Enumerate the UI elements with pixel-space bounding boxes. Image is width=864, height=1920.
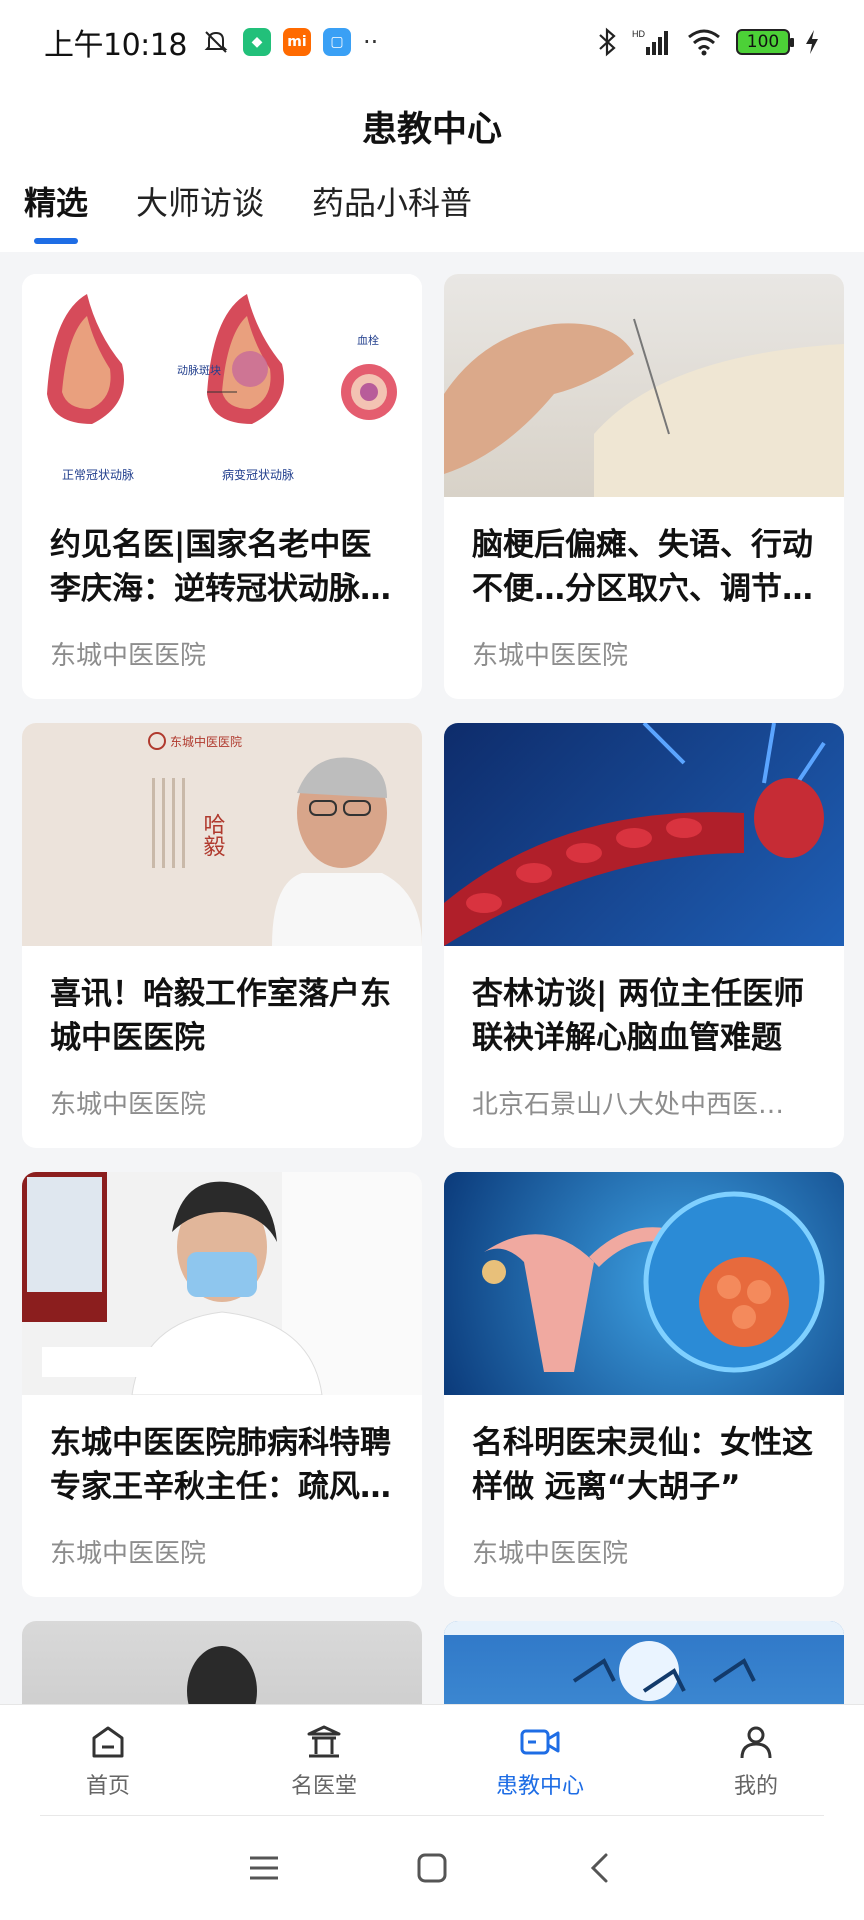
article-thumbnail: 东城中医医院 哈毅 xyxy=(22,723,422,946)
bluetooth-icon xyxy=(599,27,616,57)
article-card[interactable]: 脑梗后偏瘫、失语、行动不便…分区取穴、调节… 东城中医医院 xyxy=(444,274,844,699)
shield-app-icon: ◆ xyxy=(242,28,271,56)
menu-icon[interactable] xyxy=(246,1850,282,1886)
tab-featured[interactable]: 精选 xyxy=(24,168,88,252)
article-title: 杏林访谈| 两位主任医师联袂详解心脑血管难题 xyxy=(472,976,805,1056)
article-card[interactable]: 名科明医宋灵仙：女性这样做 远离“大胡子” 东城中医医院 xyxy=(444,1172,844,1597)
article-card[interactable] xyxy=(22,1621,422,1704)
page-header: 患教中心 xyxy=(0,84,864,168)
image-label-name: 哈毅 xyxy=(200,813,226,857)
bell-muted-icon xyxy=(204,31,228,53)
more-dots-icon: ·· xyxy=(362,28,379,56)
article-card[interactable] xyxy=(444,1621,844,1704)
cell-signal-icon: HD xyxy=(632,29,668,55)
article-thumbnail: 动脉斑块 血栓 正常冠状动脉 病变冠状动脉 xyxy=(22,274,422,497)
article-title: 东城中医医院肺病科特聘专家王辛秋主任：疏风… xyxy=(50,1425,391,1505)
status-bar: 上午10:18 ◆ mi ▢ ·· HD 100 xyxy=(0,0,864,84)
article-thumbnail xyxy=(444,274,844,497)
status-system-icons: HD 100 xyxy=(596,27,820,57)
nav-profile[interactable]: 我的 xyxy=(648,1705,864,1816)
image-label-diseased: 病变冠状动脉 xyxy=(222,467,294,482)
article-card[interactable]: 东城中医医院 哈毅 喜讯！哈毅工作室落户东城中医医院 东城中医医院 xyxy=(22,723,422,1148)
nav-home-label: 首页 xyxy=(85,1773,130,1799)
nav-famous-doctors-label: 名医堂 xyxy=(290,1773,357,1799)
nav-famous-doctors[interactable]: 名医堂 xyxy=(216,1705,432,1816)
battery-indicator: 100 xyxy=(736,29,794,55)
bottom-navigation: 首页 名医堂 患教中心 我的 xyxy=(0,1704,864,1816)
image-label-hospital: 东城中医医院 xyxy=(170,734,242,749)
article-thumbnail xyxy=(444,1621,844,1704)
image-label-normal: 正常冠状动脉 xyxy=(62,467,134,482)
category-tabs: 精选 大师访谈 药品小科普 xyxy=(0,168,864,252)
article-source: 北京石景山八大处中西医… xyxy=(472,1090,785,1120)
temple-icon xyxy=(307,1725,341,1757)
article-thumbnail xyxy=(22,1172,422,1395)
svg-text:HD: HD xyxy=(632,29,645,39)
battery-level: 100 xyxy=(746,32,780,52)
article-card[interactable]: 东城中医医院肺病科特聘专家王辛秋主任：疏风… 东城中医医院 xyxy=(22,1172,422,1597)
article-source: 东城中医医院 xyxy=(50,1090,207,1120)
image-label-plaque: 动脉斑块 xyxy=(177,363,221,377)
image-label-clot: 血栓 xyxy=(357,333,379,347)
article-thumbnail xyxy=(444,1172,844,1395)
article-source: 东城中医医院 xyxy=(472,1539,629,1569)
back-icon[interactable] xyxy=(582,1850,618,1886)
article-title: 约见名医|国家名老中医李庆海：逆转冠状动脉… xyxy=(50,527,391,607)
chat-app-icon: ▢ xyxy=(322,28,351,56)
nav-profile-label: 我的 xyxy=(733,1773,778,1799)
tab-master-interviews[interactable]: 大师访谈 xyxy=(136,168,264,252)
person-icon xyxy=(740,1726,772,1758)
wifi-icon xyxy=(688,29,720,56)
nav-patient-education-label: 患教中心 xyxy=(495,1773,584,1799)
mi-app-icon: mi xyxy=(282,28,311,56)
nav-patient-education[interactable]: 患教中心 xyxy=(432,1705,648,1816)
article-source: 东城中医医院 xyxy=(472,641,629,671)
status-time: 上午10:18 xyxy=(44,28,187,63)
article-thumbnail xyxy=(22,1621,422,1704)
article-card[interactable]: 杏林访谈| 两位主任医师联袂详解心脑血管难题 北京石景山八大处中西医… xyxy=(444,723,844,1148)
article-title: 名科明医宋灵仙：女性这样做 远离“大胡子” xyxy=(472,1425,813,1505)
nav-home[interactable]: 首页 xyxy=(0,1705,216,1816)
home-button-icon[interactable] xyxy=(414,1850,450,1886)
system-navigation-bar xyxy=(0,1816,864,1920)
article-thumbnail xyxy=(444,723,844,946)
article-source: 东城中医医院 xyxy=(50,641,207,671)
video-camera-icon xyxy=(520,1729,560,1754)
article-feed[interactable]: 动脉斑块 血栓 正常冠状动脉 病变冠状动脉 约见名医|国家名老中医李庆海：逆转冠… xyxy=(0,252,864,1704)
article-title: 脑梗后偏瘫、失语、行动不便…分区取穴、调节… xyxy=(472,527,813,607)
article-card[interactable]: 动脉斑块 血栓 正常冠状动脉 病变冠状动脉 约见名医|国家名老中医李庆海：逆转冠… xyxy=(22,274,422,699)
article-title: 喜讯！哈毅工作室落户东城中医医院 xyxy=(50,976,391,1056)
charging-bolt-icon xyxy=(806,30,818,54)
page-title: 患教中心 xyxy=(361,109,502,150)
tab-drug-science[interactable]: 药品小科普 xyxy=(312,168,472,252)
article-source: 东城中医医院 xyxy=(50,1539,207,1569)
status-notification-icons: ◆ mi ▢ ·· xyxy=(201,27,378,57)
home-icon xyxy=(92,1726,124,1757)
